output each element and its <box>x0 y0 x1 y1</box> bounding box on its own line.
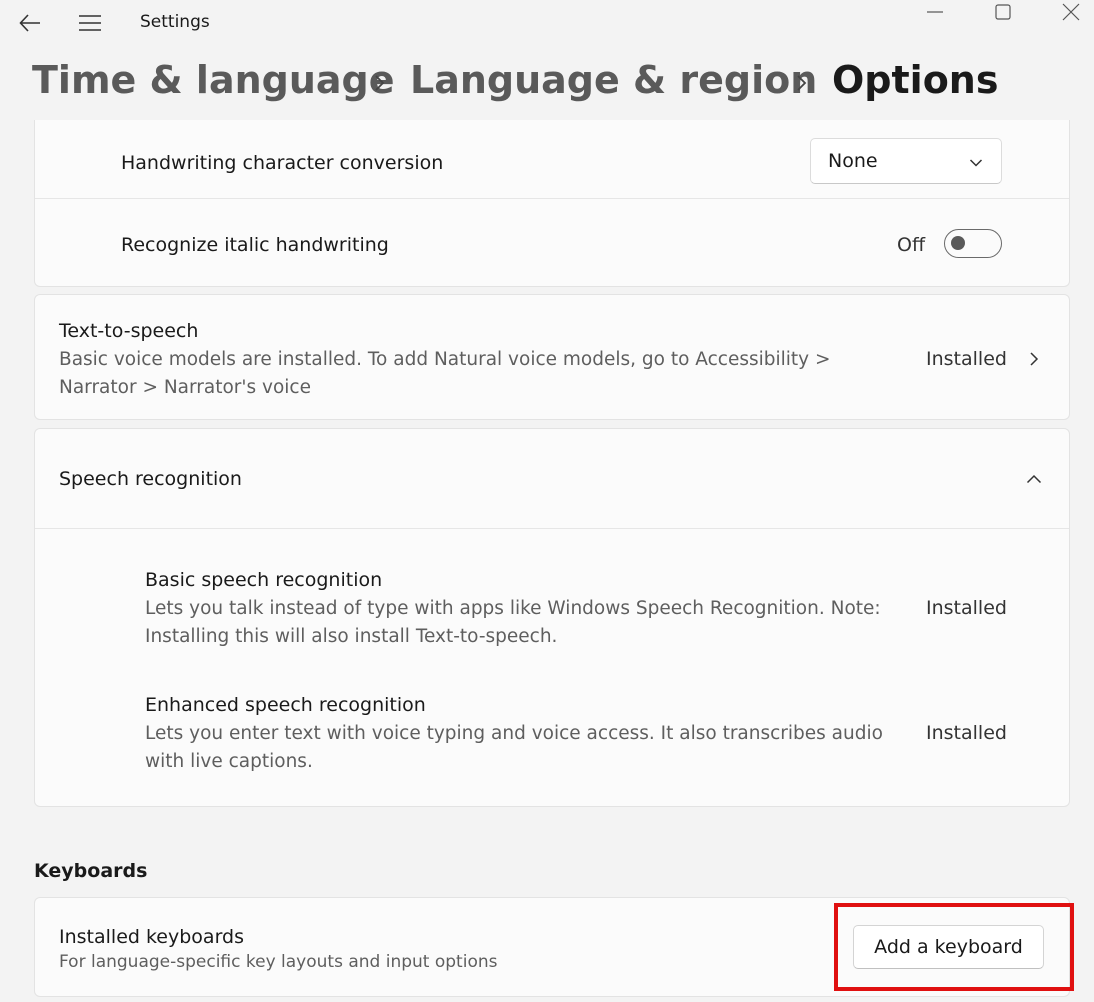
divider <box>35 198 1069 199</box>
breadcrumb-item-time-language[interactable]: Time & language <box>32 58 395 102</box>
enhanced-speech-status: Installed <box>926 722 1007 744</box>
basic-speech-description: Lets you talk instead of type with apps … <box>145 598 881 647</box>
chevron-down-icon <box>969 153 983 172</box>
enhanced-speech-description: Lets you enter text with voice typing an… <box>145 723 883 772</box>
installed-keyboards-description: For language-specific key layouts and in… <box>59 952 498 972</box>
italic-handwriting-label: Recognize italic handwriting <box>121 234 389 256</box>
toggle-knob <box>951 236 965 250</box>
keyboards-section-title: Keyboards <box>34 860 148 882</box>
dropdown-value: None <box>828 150 878 172</box>
enhanced-speech-title: Enhanced speech recognition <box>145 694 426 716</box>
chevron-up-icon[interactable] <box>1024 470 1044 488</box>
tts-description: Basic voice models are installed. To add… <box>59 349 831 398</box>
hamburger-menu-icon[interactable] <box>76 10 104 36</box>
italic-handwriting-toggle[interactable] <box>944 229 1002 258</box>
divider <box>35 528 1069 529</box>
back-arrow-icon[interactable] <box>16 10 44 36</box>
window-title: Settings <box>140 12 210 32</box>
tts-title: Text-to-speech <box>59 320 199 342</box>
handwriting-conversion-dropdown[interactable]: None <box>810 138 1002 184</box>
chevron-right-icon <box>370 66 390 100</box>
basic-speech-title: Basic speech recognition <box>145 569 383 591</box>
close-icon[interactable] <box>1056 0 1086 24</box>
installed-keyboards-title: Installed keyboards <box>59 926 245 948</box>
minimize-icon[interactable] <box>920 0 950 24</box>
breadcrumb-item-options: Options <box>832 58 999 102</box>
basic-speech-status: Installed <box>926 597 1007 619</box>
maximize-icon[interactable] <box>988 0 1018 24</box>
speech-recognition-title: Speech recognition <box>59 468 242 490</box>
highlight-box <box>834 903 1074 991</box>
italic-toggle-state: Off <box>897 234 926 256</box>
tts-status: Installed <box>926 348 1007 370</box>
handwriting-conversion-label: Handwriting character conversion <box>121 152 444 174</box>
chevron-right-icon <box>1026 348 1042 370</box>
chevron-right-icon <box>792 66 812 100</box>
breadcrumb-item-language-region[interactable]: Language & region <box>410 58 817 102</box>
